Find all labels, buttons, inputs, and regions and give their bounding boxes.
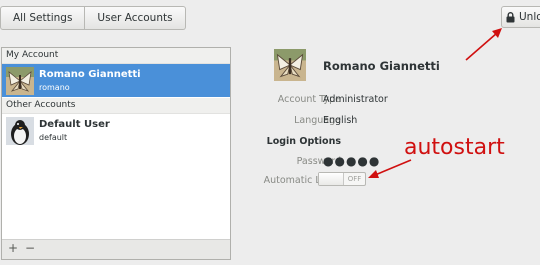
my-account-header: My Account [2, 48, 230, 64]
user-login: romano [39, 83, 70, 92]
user-login: default [39, 133, 68, 142]
switch-knob [319, 173, 344, 185]
all-settings-button[interactable]: All Settings [0, 6, 86, 30]
unlock-label: Unlock [519, 11, 540, 23]
language-value[interactable]: English [323, 115, 357, 126]
full-name-label[interactable]: Romano Giannetti [323, 59, 440, 73]
login-options-heading: Login Options [266, 136, 341, 147]
toolbar-tabs: All Settings User Accounts [0, 6, 186, 30]
user-list-panel: My Account Romano Giannetti romano Other… [1, 47, 231, 260]
arrow-to-switch [374, 159, 412, 176]
autostart-annotation: autostart [404, 135, 505, 160]
account-type-value[interactable]: Administrator [323, 94, 388, 105]
remove-user-button[interactable]: − [23, 242, 37, 256]
user-accounts-button[interactable]: User Accounts [85, 6, 186, 30]
password-value[interactable]: ●●●●● [323, 155, 380, 167]
lock-icon [506, 11, 515, 22]
add-user-button[interactable]: + [6, 242, 20, 256]
user-name: Default User [39, 119, 110, 130]
switch-state-label: OFF [347, 175, 362, 183]
arrow-to-unlock [465, 32, 498, 61]
user-photo-icon[interactable] [274, 49, 306, 81]
user-row-romano[interactable]: Romano Giannetti romano [2, 64, 230, 97]
butterfly-photo-icon [6, 66, 34, 95]
unlock-button[interactable]: Unlock [501, 6, 540, 28]
automatic-login-switch[interactable]: OFF [318, 172, 366, 186]
user-row-default[interactable]: Default User default [2, 114, 230, 147]
penguin-icon [6, 116, 34, 145]
user-name: Romano Giannetti [39, 69, 141, 80]
list-toolbar: + − [2, 239, 230, 259]
other-accounts-header: Other Accounts [2, 98, 230, 114]
